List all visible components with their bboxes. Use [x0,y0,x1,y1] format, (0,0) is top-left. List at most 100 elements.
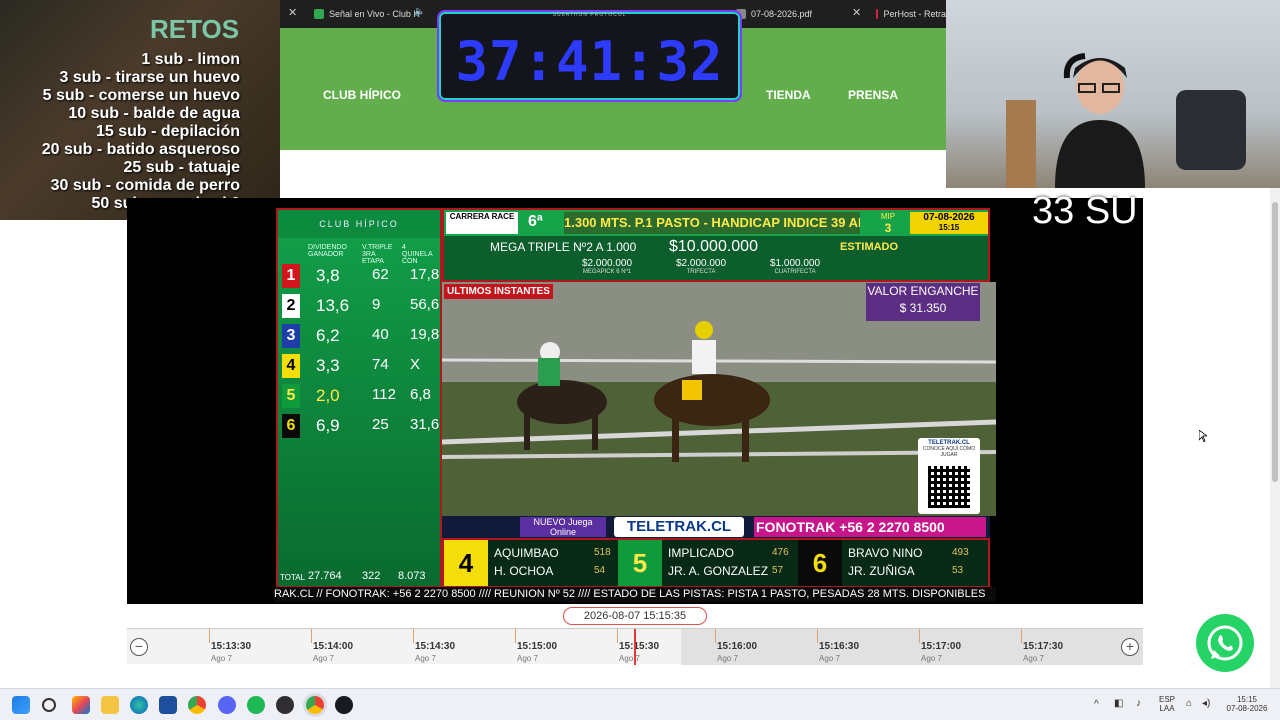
reto-item: 25 sub - tatuaje [123,159,240,176]
race-banner: CARRERA RACE 6ª 1.300 MTS. P.1 PASTO - H… [442,208,990,282]
obs-icon[interactable] [276,696,294,714]
clock[interactable]: 15:15 07-08-2026 [1222,695,1272,720]
file-explorer-icon[interactable] [101,696,119,714]
race-number: 6ª [528,213,543,230]
vtriple-value: 62 [372,266,389,283]
current-timestamp: 2026-08-07 15:15:35 [563,607,707,625]
windows-start-icon[interactable] [12,696,30,714]
sub-count-overlay: 33 SU [1032,190,1138,232]
tray-app-icon[interactable]: ◧ [1114,698,1123,720]
search-icon[interactable] [42,698,56,712]
quinela-value: 17,8 [410,266,440,283]
volume-icon[interactable]: ◂) [1202,698,1210,720]
tick-mark [413,629,414,643]
dividend-value: 6,2 [316,326,340,345]
mega-triple-value: $10.000.000 [669,238,758,255]
playback-timeline[interactable]: − 15:13:30 Ago 7 15:14:00 Ago 7 15:14:30… [127,628,1143,665]
runner-number: 6 [798,540,842,586]
steam-icon[interactable] [335,696,353,714]
close-tab-icon[interactable]: ✕ [852,6,861,19]
backpack [1176,90,1246,170]
zoom-in-button[interactable]: + [1121,638,1139,656]
tick-label: 15:14:30 [415,641,456,652]
mega-triple-label: MEGA TRIPLE Nº2 A 1.000 [490,240,637,254]
discord-icon[interactable] [218,696,236,714]
qr-panel: TELETRAK.CL CONOCE AQUÍ CÓMO JUGAR [918,438,980,514]
horse-name: AQUIMBAO [494,546,559,560]
subathon-timer: SUBATHON PROTOCOL 37:41:32 [437,10,742,102]
pot-cuatrifecta: $1.000.000 CUATRIFECTA [770,258,820,275]
language-indicator[interactable]: ESP LAA [1156,695,1178,720]
chrome-active-icon[interactable] [306,696,324,714]
pot-megapick: $2.000.000 MEGAPICK 6 Nº1 [582,258,632,275]
timer-caption: SUBATHON PROTOCOL [552,12,627,18]
tick-date: Ago 7 [415,654,436,663]
pot-value: $1.000.000 [770,258,821,269]
nav-prensa[interactable]: PRENSA [848,88,898,102]
tab-perhost[interactable]: PerHost - Retra [876,4,946,24]
pot-trifecta: $2.000.000 TRIFECTA [676,258,726,275]
tick-label: 15:14:00 [313,641,354,652]
runner-number: 2 [282,294,300,318]
dividend-value: 13,6 [316,296,350,315]
vtriple-value: 40 [372,326,389,343]
club-hipico-logo: CLUB HÍPICO [278,210,440,238]
reto-item: 20 sub - batido asqueroso [41,141,240,158]
vtriple-value: 25 [372,416,389,433]
edge-icon[interactable] [130,696,148,714]
dividend-value: 2,0 [316,386,340,405]
vtriple-value: 74 [372,356,389,373]
page-scrollbar[interactable] [1270,188,1280,688]
mip-box: MIP 3 [868,212,908,235]
playhead[interactable] [634,629,636,665]
total-quinela: 8.073 [398,570,426,582]
perhost-favicon-icon [876,9,879,19]
sponsor-bar: NUEVO Juega Online TELETRAK.CL FONOTRAK … [442,516,990,538]
microphone-icon[interactable]: ♪ [1136,698,1141,720]
tick-date: Ago 7 [517,654,538,663]
zoom-out-button[interactable]: − [130,638,148,656]
bed-frame [1006,100,1036,188]
speaker-icon[interactable]: 🔈 [414,6,425,17]
clock-time: 15:15 [1236,695,1258,704]
nav-tienda[interactable]: TIENDA [766,88,811,102]
race-datetime: 07-08-2026 15:15 [910,212,988,234]
juega-online: NUEVO Juega Online [520,517,606,537]
runner-handicap: 54 [594,565,606,576]
reto-item: 30 sub - comida de perro [50,177,240,194]
dividend-value: 3,8 [316,266,340,285]
dividend-row: 1 3,8 62 17,8 [278,262,440,290]
dividend-row: 6 6,9 25 31,6 [278,412,440,440]
tray-chevron-icon[interactable]: ^ [1094,699,1099,720]
retos-title: RETOS [150,14,240,44]
retos-overlay: RETOS 1 sub - limon 3 sub - tirarse un h… [0,0,280,220]
whatsapp-button[interactable] [1196,614,1254,672]
copilot-icon[interactable] [72,696,90,714]
close-tab-icon[interactable]: ✕ [288,6,297,19]
language-code: ESP [1158,695,1175,704]
spotify-icon[interactable] [247,696,265,714]
tab-pdf[interactable]: 07-08-2026.pdf [736,4,846,24]
store-icon[interactable] [159,696,177,714]
carrera-label: CARRERA RACE [446,212,518,234]
tick-mark [209,629,210,643]
scrollbar-thumb[interactable] [1272,202,1278,482]
tick-mark [311,629,312,643]
runner-number: 5 [282,384,300,408]
dividend-row: 4 3,3 74 X [278,352,440,380]
tick-date: Ago 7 [211,654,232,663]
tab-label: Señal en Vivo - Club H [329,9,420,19]
network-icon[interactable]: ⌂ [1186,698,1192,720]
pot-label: MEGAPICK 6 Nº1 [582,269,632,275]
chrome-icon[interactable] [188,696,206,714]
tick-mark [1021,629,1022,643]
tick-mark [715,629,716,643]
race-date: 07-08-2026 [923,212,975,223]
total-dividend: 27.764 [308,570,342,582]
jockey-name: JR. ZUÑIGA [848,564,915,578]
qr-code-icon [928,466,970,508]
tab-senal-en-vivo[interactable]: Señal en Vivo - Club H [314,4,454,24]
tick-mark [515,629,516,643]
nav-club-hipico[interactable]: CLUB HÍPICO [323,88,401,102]
tick-label: 15:17:00 [921,641,962,652]
